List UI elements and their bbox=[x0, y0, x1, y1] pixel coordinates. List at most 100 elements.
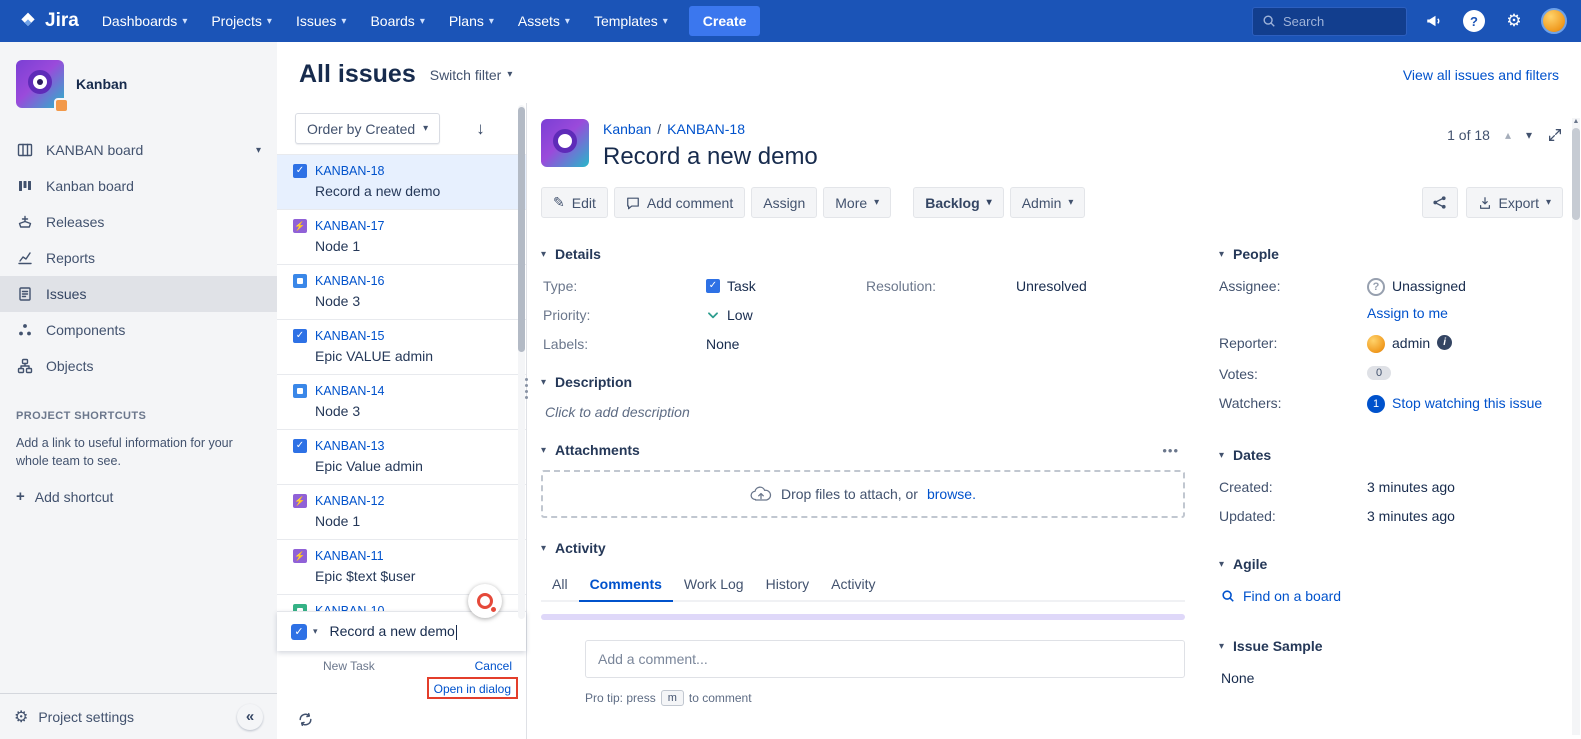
more-button[interactable]: More▾ bbox=[823, 187, 891, 218]
sidebar-item-reports[interactable]: Reports bbox=[0, 240, 277, 276]
collapse-sidebar-button[interactable]: « bbox=[237, 704, 263, 730]
issue-key[interactable]: KANBAN-14 bbox=[315, 384, 384, 398]
issue-list-item[interactable]: KANBAN-16 Node 3 bbox=[277, 264, 526, 319]
find-on-board-link[interactable]: Find on a board bbox=[1243, 588, 1341, 604]
inline-create-input[interactable]: Record a new demo bbox=[330, 623, 457, 640]
sidebar-item-components[interactable]: Components bbox=[0, 312, 277, 348]
tab-history[interactable]: History bbox=[755, 570, 821, 600]
tab-activity[interactable]: Activity bbox=[820, 570, 886, 600]
issue-key[interactable]: KANBAN-16 bbox=[315, 274, 384, 288]
attachments-more-icon[interactable]: ••• bbox=[1162, 443, 1179, 458]
created-value: 3 minutes ago bbox=[1367, 479, 1563, 495]
issue-list-item[interactable]: KANBAN-14 Node 3 bbox=[277, 374, 526, 429]
pro-tip-prefix: Pro tip: press bbox=[585, 691, 656, 705]
view-all-issues-link[interactable]: View all issues and filters bbox=[1403, 67, 1559, 83]
refresh-icon[interactable] bbox=[297, 711, 314, 728]
collapse-section-icon[interactable]: ▾ bbox=[541, 249, 546, 260]
sidebar-item-board-switcher[interactable]: KANBAN board ▾ bbox=[0, 132, 277, 168]
export-button[interactable]: Export ▾ bbox=[1466, 187, 1564, 218]
sort-direction-button[interactable]: ↓ bbox=[476, 119, 485, 139]
issue-type-selector[interactable]: ▾ bbox=[313, 626, 318, 637]
announcement-icon[interactable] bbox=[1421, 8, 1447, 34]
nav-dashboards[interactable]: Dashboards▾ bbox=[91, 5, 199, 37]
sidebar-item-kanban-board[interactable]: Kanban board bbox=[0, 168, 277, 204]
tab-work-log[interactable]: Work Log bbox=[673, 570, 755, 600]
nav-assets[interactable]: Assets▾ bbox=[507, 5, 581, 37]
nav-issues[interactable]: Issues▾ bbox=[285, 5, 358, 37]
switch-filter-dropdown[interactable]: Switch filter ▾ bbox=[430, 67, 513, 83]
create-button[interactable]: Create bbox=[689, 6, 761, 36]
list-scrollbar[interactable] bbox=[518, 105, 525, 619]
cancel-link[interactable]: Cancel bbox=[475, 659, 512, 673]
stop-watching-link[interactable]: Stop watching this issue bbox=[1392, 395, 1563, 411]
admin-button[interactable]: Admin▾ bbox=[1010, 187, 1086, 218]
nav-plans[interactable]: Plans▾ bbox=[438, 5, 505, 37]
tab-all[interactable]: All bbox=[541, 570, 579, 600]
sidebar-item-releases[interactable]: Releases bbox=[0, 204, 277, 240]
watchers-badge[interactable]: 1 bbox=[1367, 395, 1385, 413]
issue-list-item[interactable]: ⚡KANBAN-12 Node 1 bbox=[277, 484, 526, 539]
issue-list-item[interactable]: ✓KANBAN-15 Epic VALUE admin bbox=[277, 319, 526, 374]
assign-to-me-link[interactable]: Assign to me bbox=[1367, 305, 1448, 321]
info-icon[interactable]: i bbox=[1437, 335, 1452, 350]
add-comment-button[interactable]: Add comment bbox=[614, 187, 745, 218]
screen-recorder-indicator[interactable] bbox=[468, 584, 502, 618]
tab-comments[interactable]: Comments bbox=[579, 570, 673, 602]
collapse-section-icon[interactable]: ▾ bbox=[541, 543, 546, 554]
edit-button[interactable]: ✎Edit bbox=[541, 187, 608, 218]
order-by-dropdown[interactable]: Order by Created ▾ bbox=[295, 113, 440, 144]
issue-list-item[interactable]: ✓KANBAN-18 Record a new demo bbox=[277, 154, 526, 209]
window-scrollbar-thumb[interactable] bbox=[1572, 128, 1580, 220]
issue-summary: Node 1 bbox=[315, 238, 510, 254]
jira-logo[interactable]: Jira bbox=[14, 10, 89, 32]
expand-icon[interactable] bbox=[1547, 127, 1563, 143]
breadcrumb-project-link[interactable]: Kanban bbox=[603, 121, 651, 137]
issue-key[interactable]: KANBAN-13 bbox=[315, 439, 384, 453]
next-issue-button[interactable]: ▾ bbox=[1526, 128, 1532, 142]
list-scrollbar-thumb[interactable] bbox=[518, 107, 525, 352]
votes-badge[interactable]: 0 bbox=[1367, 366, 1391, 380]
issue-key[interactable]: KANBAN-18 bbox=[315, 164, 384, 178]
issue-key[interactable]: KANBAN-12 bbox=[315, 494, 384, 508]
sidebar-item-objects[interactable]: Objects bbox=[0, 348, 277, 384]
collapse-section-icon[interactable]: ▾ bbox=[541, 377, 546, 388]
share-button[interactable] bbox=[1422, 187, 1458, 218]
collapse-section-icon[interactable]: ▾ bbox=[541, 445, 546, 456]
description-placeholder[interactable]: Click to add description bbox=[545, 404, 1185, 420]
collapse-section-icon[interactable]: ▾ bbox=[1219, 641, 1224, 652]
collapse-section-icon[interactable]: ▾ bbox=[1219, 559, 1224, 570]
issue-list-item[interactable]: ✓KANBAN-13 Epic Value admin bbox=[277, 429, 526, 484]
updated-value: 3 minutes ago bbox=[1367, 508, 1563, 524]
issue-summary: Epic $text $user bbox=[315, 568, 510, 584]
issue-key[interactable]: KANBAN-15 bbox=[315, 329, 384, 343]
project-avatar[interactable] bbox=[16, 60, 64, 108]
project-settings-button[interactable]: Project settings bbox=[38, 709, 134, 725]
attachments-dropzone[interactable]: Drop files to attach, or browse. bbox=[541, 470, 1185, 518]
help-icon[interactable]: ? bbox=[1461, 8, 1487, 34]
add-shortcut-button[interactable]: + Add shortcut bbox=[16, 488, 261, 505]
window-scrollbar[interactable]: ▲ bbox=[1572, 118, 1580, 735]
nav-projects[interactable]: Projects▾ bbox=[200, 5, 283, 37]
open-in-dialog-link[interactable]: Open in dialog bbox=[434, 682, 511, 696]
sidebar-item-issues[interactable]: Issues bbox=[0, 276, 277, 312]
breadcrumb-issue-link[interactable]: KANBAN-18 bbox=[667, 121, 745, 137]
previous-issue-button[interactable]: ▴ bbox=[1505, 128, 1511, 142]
issue-key[interactable]: KANBAN-11 bbox=[315, 549, 384, 563]
issue-list-item[interactable]: ⚡KANBAN-17 Node 1 bbox=[277, 209, 526, 264]
nav-boards[interactable]: Boards▾ bbox=[359, 5, 435, 37]
search-input[interactable] bbox=[1283, 14, 1393, 29]
issue-key[interactable]: KANBAN-17 bbox=[315, 219, 384, 233]
nav-templates[interactable]: Templates▾ bbox=[583, 5, 679, 37]
status-backlog-button[interactable]: Backlog▾ bbox=[913, 187, 1004, 218]
collapse-section-icon[interactable]: ▾ bbox=[1219, 249, 1224, 260]
settings-gear-icon[interactable]: ⚙ bbox=[1501, 8, 1527, 34]
scrollbar-up-arrow[interactable]: ▲ bbox=[1572, 118, 1580, 125]
comment-input[interactable] bbox=[585, 640, 1185, 678]
pro-tip-suffix: to comment bbox=[689, 691, 752, 705]
chevron-down-icon: ▾ bbox=[507, 69, 512, 80]
browse-link[interactable]: browse. bbox=[927, 486, 976, 502]
user-avatar[interactable] bbox=[1541, 8, 1567, 34]
assign-button[interactable]: Assign bbox=[751, 187, 817, 218]
collapse-section-icon[interactable]: ▾ bbox=[1219, 450, 1224, 461]
global-search[interactable] bbox=[1252, 7, 1407, 36]
